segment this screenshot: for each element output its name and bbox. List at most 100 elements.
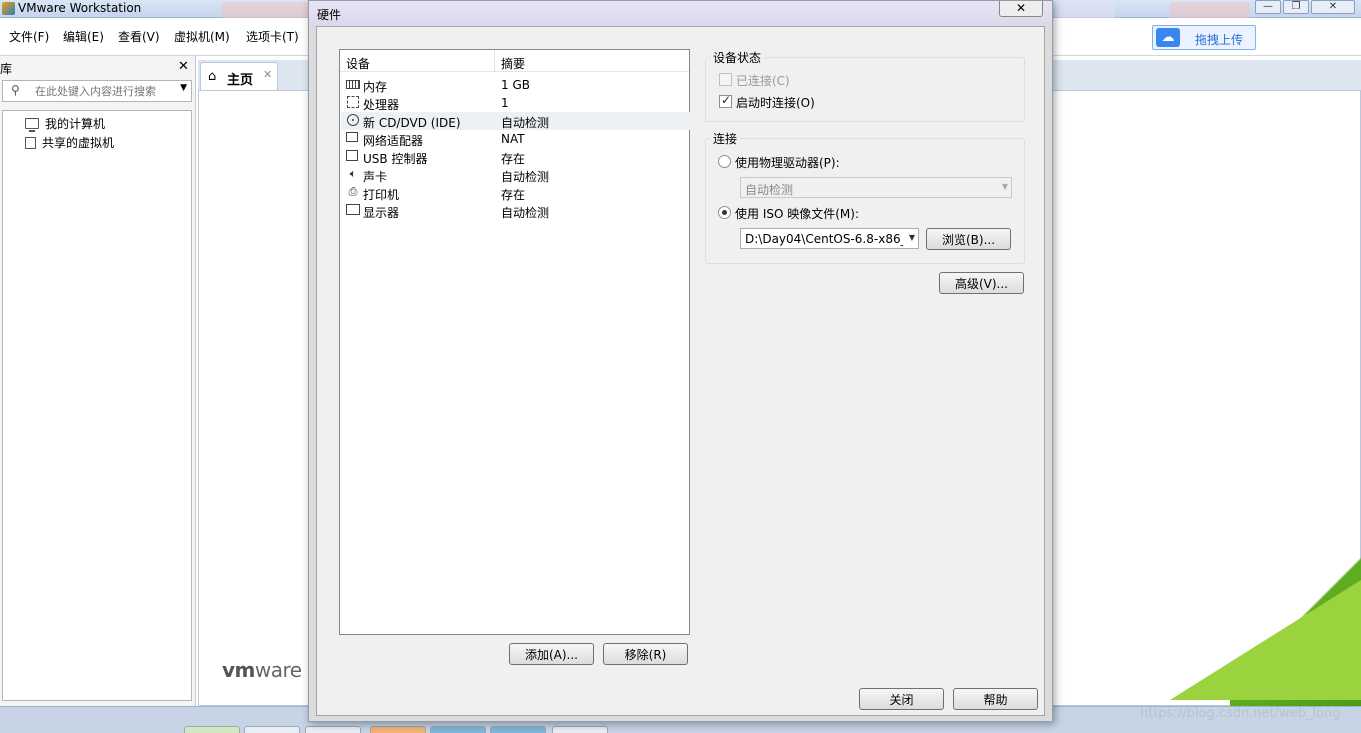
chevron-down-icon[interactable]: ▼ — [180, 83, 187, 93]
device-row-network[interactable]: 网络适配器 NAT — [341, 130, 690, 148]
menu-vm[interactable]: 虚拟机(M) — [174, 28, 230, 45]
chevron-down-icon[interactable]: ▼ — [909, 233, 915, 242]
taskbar-item[interactable] — [430, 726, 486, 733]
device-list: 设备 摘要 内存 1 GB 处理器 1 新 CD/DVD (IDE) 自动检测 — [339, 49, 690, 635]
column-device[interactable]: 设备 — [346, 55, 370, 72]
device-name: 内存 — [363, 80, 388, 94]
device-name: 打印机 — [363, 188, 400, 202]
hardware-dialog: 硬件 ✕ 设备 摘要 内存 1 GB 处理器 1 新 CD/DVD (IDE) … — [308, 0, 1053, 722]
device-row-display[interactable]: 显示器 自动检测 — [341, 202, 690, 220]
watermark: https://blog.csdn.net/web_long — [1140, 706, 1341, 721]
device-row-printer[interactable]: ⎙ 打印机 存在 — [341, 184, 690, 203]
tab-home[interactable]: ⌂ 主页 ✕ — [200, 62, 278, 90]
dialog-titlebar: 硬件 ✕ — [309, 1, 1052, 26]
close-icon[interactable]: ✕ — [1311, 0, 1355, 14]
library-close-icon[interactable]: ✕ — [178, 59, 189, 74]
iso-path-value: D:\Day04\CentOS-6.8-x86_64 — [745, 232, 903, 246]
device-name: 声卡 — [363, 170, 388, 184]
device-name: 显示器 — [363, 206, 400, 220]
device-summary: NAT — [501, 132, 525, 146]
taskbar-item[interactable] — [370, 726, 426, 733]
browse-button[interactable]: 浏览(B)... — [926, 228, 1011, 250]
usb-icon — [346, 150, 358, 161]
library-search-input[interactable] — [33, 82, 173, 100]
remove-device-button[interactable]: 移除(R) — [603, 643, 688, 665]
device-name: 新 CD/DVD (IDE) — [363, 116, 461, 130]
device-summary: 自动检测 — [501, 206, 550, 220]
green-decoration — [1170, 580, 1361, 700]
device-name: USB 控制器 — [363, 152, 428, 166]
printer-icon: ⎙ — [348, 185, 358, 198]
taskbar-item[interactable] — [244, 726, 300, 733]
device-summary: 存在 — [501, 152, 526, 166]
search-icon: ⚲ — [11, 83, 20, 97]
menu-tabs[interactable]: 选项卡(T) — [246, 28, 299, 45]
device-row-usb[interactable]: USB 控制器 存在 — [341, 148, 690, 166]
restore-icon[interactable]: ❐ — [1283, 0, 1309, 14]
device-summary: 1 GB — [501, 78, 530, 92]
memory-icon — [346, 80, 360, 89]
connection-group: 连接 使用物理驱动器(P): 自动检测 ▼ 使用 ISO 映像文件(M): D:… — [705, 130, 1025, 264]
column-summary[interactable]: 摘要 — [501, 55, 525, 72]
network-adapter-icon — [346, 132, 358, 142]
tree-item-my-computer[interactable]: 我的计算机 — [25, 115, 105, 132]
device-status-title: 设备状态 — [710, 49, 765, 66]
tab-home-label: 主页 — [227, 73, 254, 88]
device-summary: 存在 — [501, 188, 526, 202]
device-row-memory[interactable]: 内存 1 GB — [341, 76, 690, 94]
use-iso-image-label: 使用 ISO 映像文件(M): — [735, 207, 859, 221]
close-dialog-button[interactable]: 关闭 — [859, 688, 944, 710]
menu-view[interactable]: 查看(V) — [118, 28, 160, 45]
dialog-close-icon[interactable]: ✕ — [999, 1, 1043, 17]
chevron-down-icon: ▼ — [1001, 182, 1008, 191]
physical-drive-value: 自动检测 — [745, 183, 794, 197]
window-controls: — ❐ ✕ — [1255, 0, 1355, 14]
blurred-taskbar-tab — [222, 2, 310, 18]
connect-at-power-on-checkbox[interactable] — [719, 93, 732, 108]
column-separator[interactable] — [494, 50, 495, 72]
connected-label: 已连接(C) — [736, 74, 790, 88]
connection-title: 连接 — [710, 130, 741, 147]
tree-item-label: 共享的虚拟机 — [42, 136, 115, 150]
drag-upload-label: 拖拽上传 — [1195, 33, 1244, 47]
device-name: 处理器 — [363, 98, 400, 112]
library-panel: 库 ✕ ⚲ ▼ 我的计算机 共享的虚拟机 — [0, 56, 196, 706]
device-summary: 自动检测 — [501, 116, 550, 130]
physical-drive-select[interactable]: 自动检测 ▼ — [740, 177, 1012, 198]
taskbar-item[interactable] — [184, 726, 240, 733]
device-row-processor[interactable]: 处理器 1 — [341, 94, 690, 112]
iso-path-combobox[interactable]: D:\Day04\CentOS-6.8-x86_64 ▼ — [740, 228, 919, 249]
device-list-header: 设备 摘要 — [340, 50, 689, 72]
vmware-logo: vmware — [222, 658, 302, 682]
device-row-cd-dvd[interactable]: 新 CD/DVD (IDE) 自动检测 — [341, 112, 690, 130]
library-title: 库 — [0, 62, 13, 76]
use-physical-drive-label: 使用物理驱动器(P): — [735, 156, 840, 170]
minimize-icon[interactable]: — — [1255, 0, 1281, 14]
device-row-sound[interactable]: 🔈︎ 声卡 自动检测 — [341, 166, 690, 185]
home-icon: ⌂ — [208, 69, 217, 84]
speaker-icon: 🔈︎ — [349, 167, 357, 180]
connect-at-power-on-label: 启动时连接(O) — [736, 96, 815, 110]
add-device-button[interactable]: 添加(A)... — [509, 643, 594, 665]
taskbar-item[interactable] — [490, 726, 546, 733]
device-status-group: 设备状态 已连接(C) 启动时连接(O) — [705, 49, 1025, 122]
vmware-logo-icon — [2, 2, 15, 15]
menu-edit[interactable]: 编辑(E) — [63, 28, 104, 45]
library-tree: 我的计算机 共享的虚拟机 — [2, 110, 192, 701]
drag-upload-button[interactable]: ☁ 拖拽上传 — [1152, 25, 1256, 50]
taskbar-item[interactable] — [552, 726, 608, 733]
tab-close-icon[interactable]: ✕ — [263, 68, 272, 81]
device-summary: 1 — [501, 96, 509, 110]
taskbar-item[interactable] — [305, 726, 361, 733]
use-iso-image-radio[interactable] — [718, 206, 731, 219]
display-icon — [346, 204, 360, 215]
help-button[interactable]: 帮助 — [953, 688, 1038, 710]
tree-item-shared-vms[interactable]: 共享的虚拟机 — [22, 134, 115, 151]
menu-file[interactable]: 文件(F) — [9, 28, 49, 45]
connected-checkbox[interactable] — [719, 73, 732, 86]
blurred-taskbar-tab — [1055, 2, 1115, 18]
advanced-button[interactable]: 高级(V)... — [939, 272, 1024, 294]
processor-icon — [347, 96, 359, 108]
window-title: VMware Workstation — [18, 1, 142, 15]
use-physical-drive-radio[interactable] — [718, 155, 731, 168]
